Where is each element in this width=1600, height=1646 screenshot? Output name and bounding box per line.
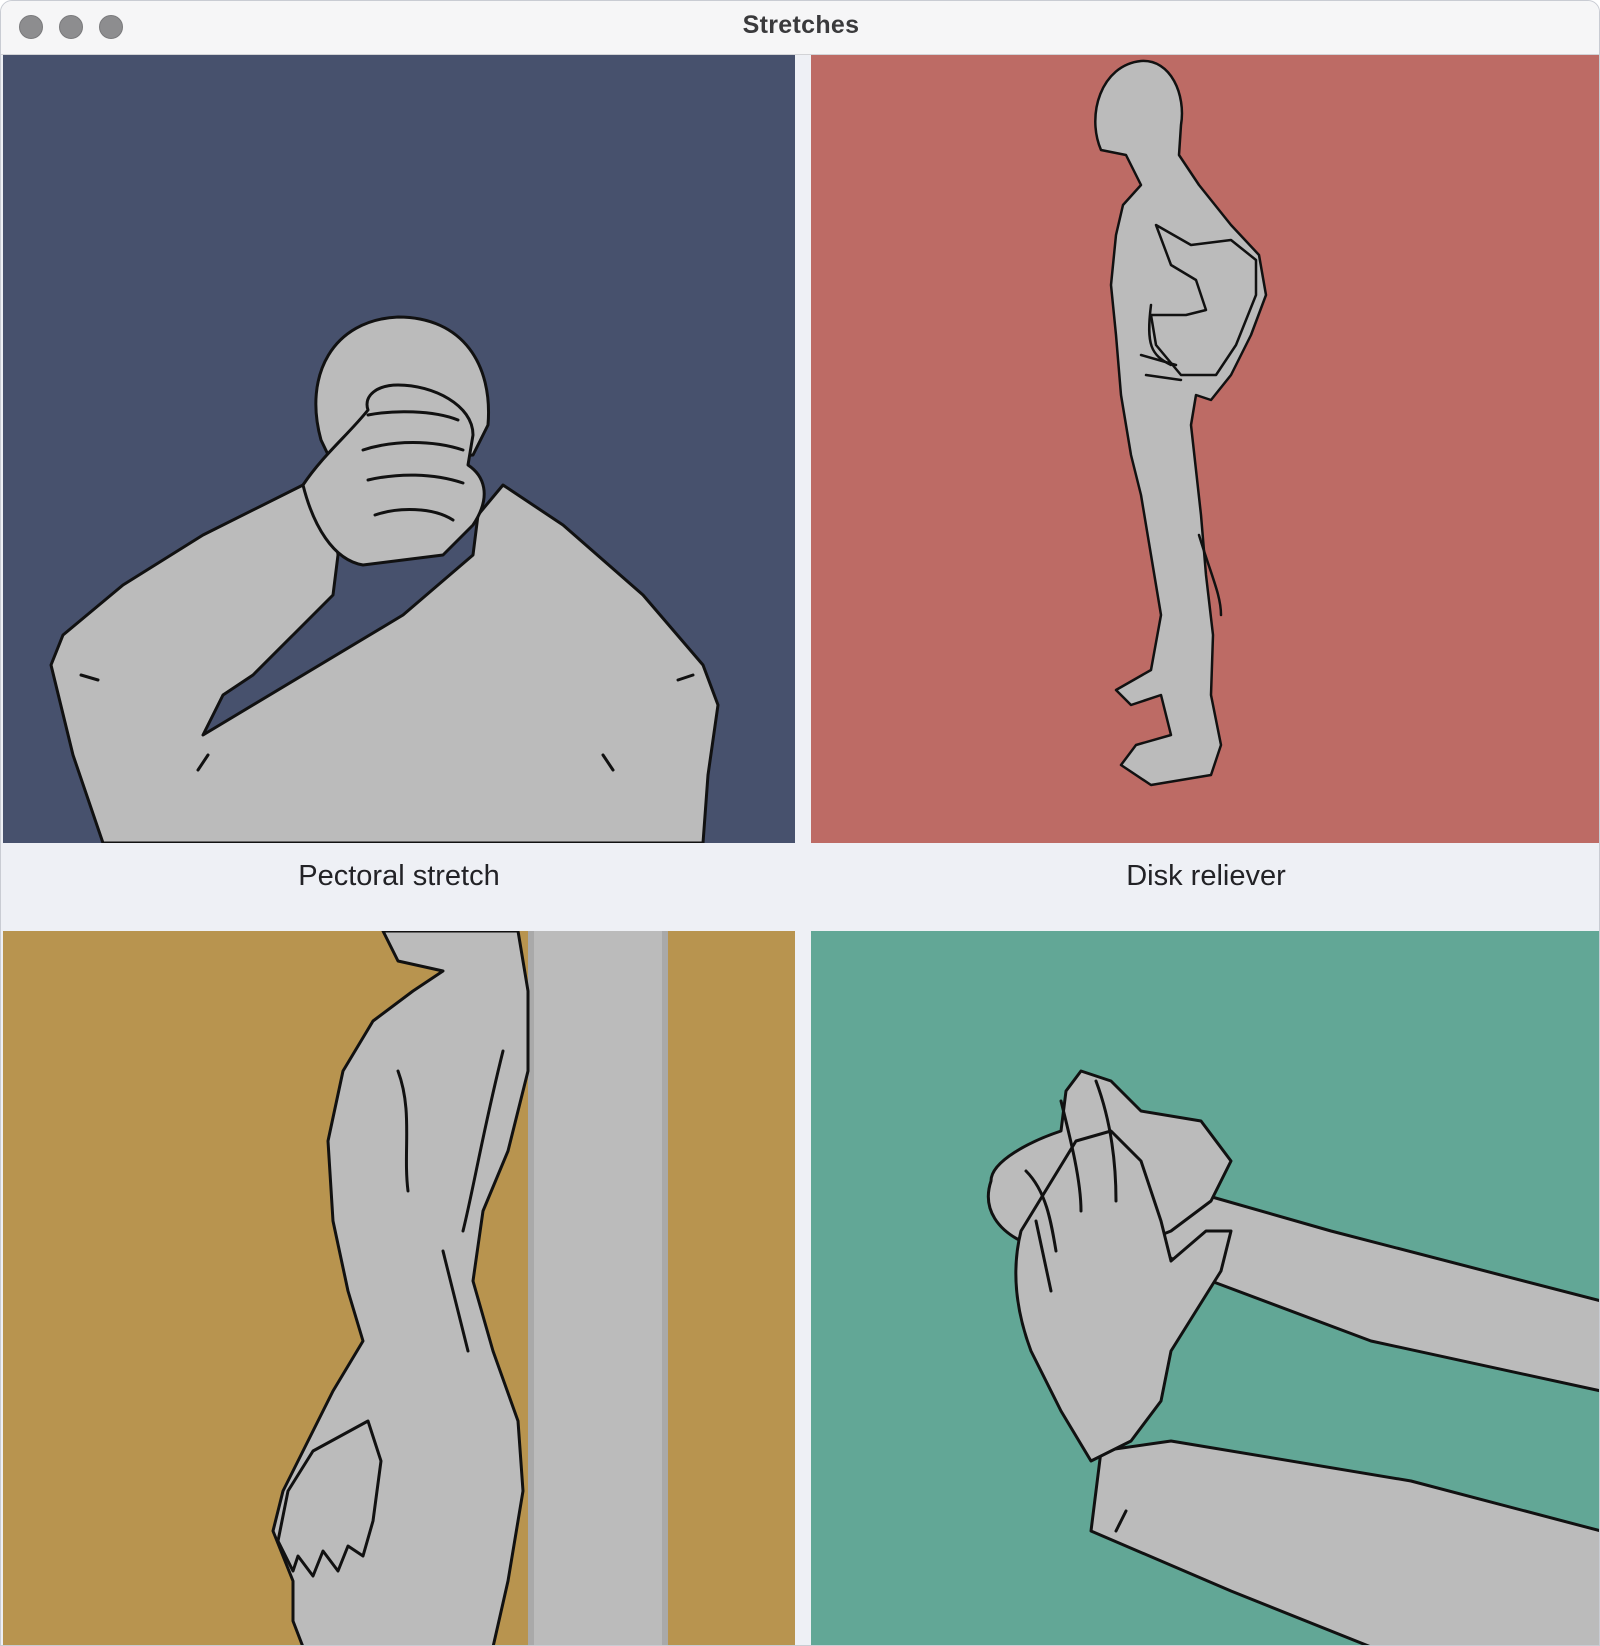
stretch-label-disk-reliever: Disk reliever <box>1126 860 1286 892</box>
wrist-stretch-illustration <box>811 931 1599 1645</box>
title-bar: Stretches <box>1 1 1599 55</box>
window-title: Stretches <box>742 11 860 39</box>
pectoral-stretch-illustration <box>3 55 795 843</box>
stretch-card-disk-reliever[interactable] <box>811 55 1599 843</box>
stretch-label-pectoral: Pectoral stretch <box>298 860 500 892</box>
stretch-card-wall[interactable] <box>3 931 795 1645</box>
app-window: Stretches Pectoral stretch Disk reliever <box>0 0 1600 1646</box>
stretch-card-pectoral[interactable] <box>3 55 795 843</box>
wall-stretch-illustration <box>3 931 795 1645</box>
stretch-card-wrist[interactable] <box>811 931 1599 1645</box>
disk-reliever-illustration <box>811 55 1599 843</box>
